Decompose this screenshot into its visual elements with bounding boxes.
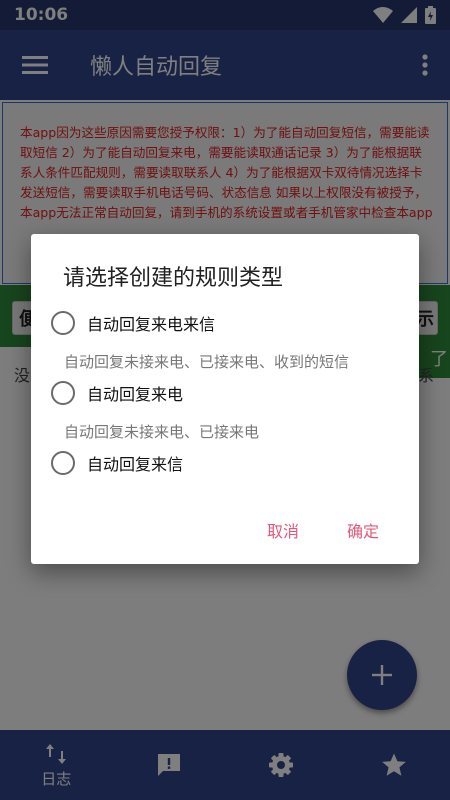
- option-call-label: 自动回复来电: [87, 385, 184, 404]
- option-sms-label: 自动回复来信: [87, 455, 184, 474]
- confirm-button[interactable]: 确定: [347, 518, 379, 542]
- radio-call[interactable]: [51, 381, 75, 405]
- radio-call-and-sms[interactable]: [51, 311, 75, 335]
- option-call-and-sms[interactable]: 自动回复来电来信: [51, 308, 215, 338]
- dialog-title: 请选择创建的规则类型: [63, 266, 284, 291]
- option-call-and-sms-description: 自动回复未接来电、已接来电、收到的短信: [64, 353, 350, 371]
- option-call-and-sms-label: 自动回复来电来信: [87, 315, 216, 334]
- cancel-button[interactable]: 取消: [267, 518, 299, 542]
- option-sms[interactable]: 自动回复来信: [51, 448, 183, 478]
- radio-sms[interactable]: [51, 451, 75, 475]
- option-call-description: 自动回复未接来电、已接来电: [64, 423, 260, 441]
- option-call[interactable]: 自动回复来电: [51, 378, 183, 408]
- rule-type-dialog: 请选择创建的规则类型 自动回复来电来信 自动回复未接来电、已接来电、收到的短信 …: [31, 234, 419, 564]
